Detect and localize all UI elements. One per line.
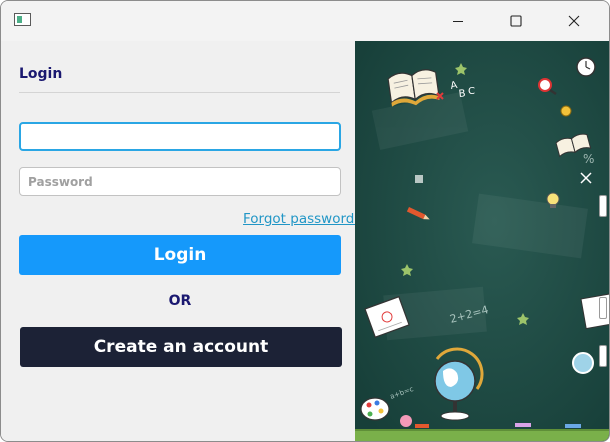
minimize-button[interactable]: [429, 1, 487, 41]
svg-text:%: %: [583, 152, 594, 166]
chalkboard-illustration: A B C % 2+2=4 a+b=c: [355, 41, 609, 441]
close-icon: [568, 15, 580, 27]
paint-palette-icon: [360, 397, 390, 421]
maximize-button[interactable]: [487, 1, 545, 41]
maximize-icon: [510, 15, 522, 27]
username-input[interactable]: [19, 122, 341, 151]
svg-text:B: B: [458, 88, 466, 100]
svg-text:C: C: [468, 86, 475, 97]
classroom-chalkboard-illustration: A B C % 2+2=4 a+b=c: [355, 41, 609, 441]
clock-icon: [576, 57, 596, 77]
login-button[interactable]: Login: [19, 235, 341, 275]
close-button[interactable]: [545, 1, 603, 41]
or-separator: OR: [168, 293, 192, 309]
heading-divider: [19, 92, 340, 93]
app-window-icon: [14, 13, 31, 26]
title-bar[interactable]: [1, 1, 609, 41]
login-panel: Login Forgot password? Login OR Create a…: [1, 41, 355, 441]
forgot-password-link[interactable]: Forgot password?: [243, 211, 355, 227]
app-window: Login Forgot password? Login OR Create a…: [0, 0, 610, 442]
login-heading: Login: [19, 66, 63, 82]
create-account-button[interactable]: Create an account: [20, 327, 342, 367]
minimize-icon: [453, 21, 463, 22]
password-input[interactable]: [19, 167, 341, 196]
